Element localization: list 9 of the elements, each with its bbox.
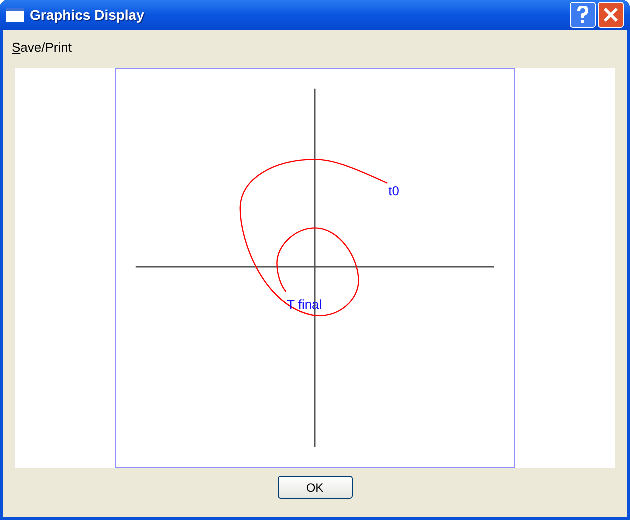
window-icon bbox=[6, 8, 24, 22]
close-button[interactable] bbox=[598, 2, 624, 28]
close-icon bbox=[603, 7, 619, 23]
menu-item[interactable]: Save/Print bbox=[12, 38, 72, 58]
help-button[interactable] bbox=[570, 2, 596, 28]
window-title: Graphics Display bbox=[30, 6, 144, 25]
ok-button[interactable]: OK bbox=[278, 476, 352, 499]
help-icon bbox=[576, 6, 590, 24]
start-label: t0 bbox=[388, 183, 400, 198]
